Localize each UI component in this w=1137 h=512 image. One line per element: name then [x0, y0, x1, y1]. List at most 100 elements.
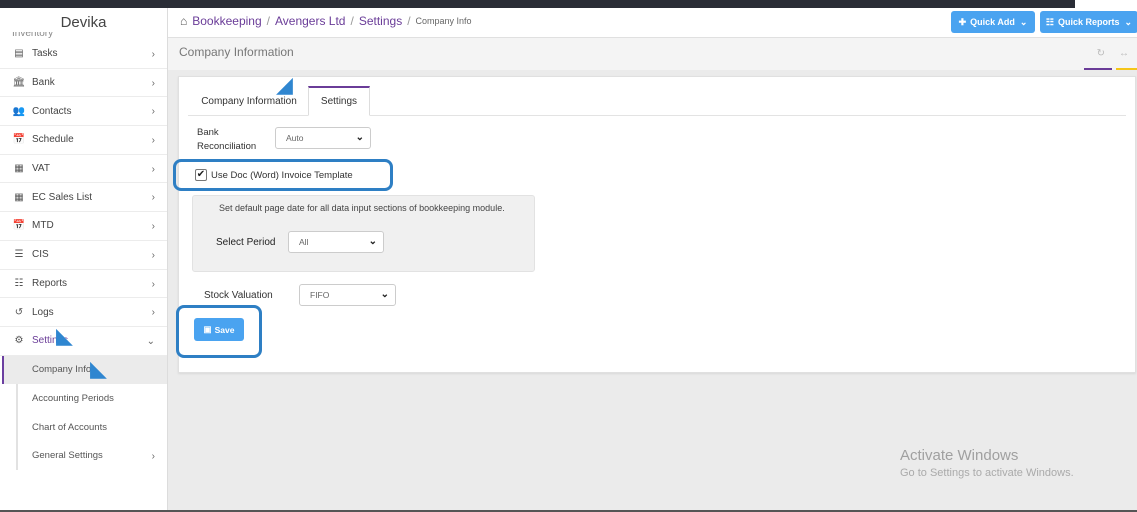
- breadcrumb-company[interactable]: Avengers Ltd: [275, 14, 346, 28]
- stock-valuation-value: FIFO: [310, 290, 330, 300]
- reports-icon: ☷: [14, 277, 24, 289]
- tab-bar: Company Information Settings: [188, 86, 1126, 116]
- sidebar-subitem-accounting-periods[interactable]: Accounting Periods: [16, 384, 167, 413]
- refresh-icon[interactable]: ↻: [1097, 48, 1105, 59]
- chevron-right-icon: ›: [151, 307, 155, 319]
- highlight-annotation: [176, 305, 262, 358]
- sidebar-item-vat[interactable]: ▦ VAT ›: [0, 155, 167, 184]
- chevron-right-icon: ›: [151, 135, 155, 147]
- sidebar-item-label: CIS: [32, 249, 49, 261]
- highlight-annotation: [173, 159, 393, 191]
- sidebar-item-label: Schedule: [32, 134, 74, 146]
- sidebar-item-ec-sales-list[interactable]: ▦ EC Sales List ›: [0, 183, 167, 213]
- calendar-icon: 📅: [12, 220, 26, 232]
- breadcrumb-separator: /: [266, 14, 270, 28]
- chevron-right-icon: ›: [151, 249, 155, 261]
- sidebar-item-bank[interactable]: 🏛 Bank ›: [0, 69, 167, 98]
- chevron-right-icon: ›: [151, 450, 155, 462]
- header: ⌂ Bookkeeping / Avengers Ltd / Settings …: [168, 8, 1137, 38]
- sidebar-item-label: VAT: [32, 163, 50, 175]
- sidebar-item-label: Logs: [32, 306, 54, 318]
- chevron-down-icon: ⌄: [380, 289, 389, 300]
- sidebar-subitem-label: General Settings: [32, 450, 103, 462]
- sidebar: Devika Inventory ▤ Tasks › 🏛 Bank › 👥 Co…: [0, 8, 168, 512]
- chevron-right-icon: ›: [151, 221, 155, 233]
- top-dark-bar: [0, 0, 1137, 14]
- accent-line-purple: [1084, 68, 1112, 70]
- quick-add-button[interactable]: ✚ Quick Add ⌄: [951, 11, 1035, 33]
- sidebar-item-label: Bank: [32, 77, 55, 89]
- breadcrumb-current: Company Info: [415, 16, 472, 26]
- bank-reconciliation-value: Auto: [286, 133, 304, 143]
- bank-reconciliation-label-line1: Bank: [197, 127, 219, 138]
- sidebar-subitem-general-settings[interactable]: General Settings ›: [16, 441, 167, 471]
- chevron-right-icon: ›: [151, 163, 155, 175]
- calendar-icon: 📅: [12, 134, 26, 146]
- sidebar-item-settings[interactable]: ⚙ Settings ⌄: [0, 327, 167, 356]
- sidebar-item-inventory[interactable]: Inventory: [0, 32, 167, 40]
- sidebar-item-mtd[interactable]: 📅 MTD ›: [0, 212, 167, 241]
- gears-icon: ⚙: [14, 335, 24, 347]
- reports-icon: ☷: [1045, 16, 1054, 27]
- arrow-annotation-icon: ◣: [56, 323, 73, 348]
- chevron-down-icon: ⌄: [1019, 16, 1028, 27]
- history-icon: ↺: [14, 306, 24, 318]
- watermark-title: Activate Windows: [900, 447, 1019, 464]
- home-icon[interactable]: ⌂: [180, 14, 187, 28]
- arrow-annotation-icon: ◢: [276, 72, 293, 97]
- sidebar-item-label: EC Sales List: [32, 191, 93, 203]
- settings-panel: Company Information Settings Bank Reconc…: [173, 76, 1136, 373]
- quick-reports-label: Quick Reports: [1058, 17, 1120, 27]
- select-period-select[interactable]: All ⌄: [288, 231, 384, 253]
- sidebar-subitem-chart-of-accounts[interactable]: Chart of Accounts: [16, 412, 167, 442]
- sidebar-item-cis[interactable]: ☰ CIS ›: [0, 241, 167, 270]
- brand-title: Devika: [60, 14, 107, 31]
- breadcrumb-separator: /: [407, 14, 411, 28]
- sidebar-item-tasks[interactable]: ▤ Tasks ›: [0, 40, 167, 69]
- stock-valuation-select[interactable]: FIFO ⌄: [299, 284, 396, 306]
- breadcrumb-separator: /: [350, 14, 354, 28]
- bank-reconciliation-label-line2: Reconciliation: [197, 141, 257, 152]
- plus-icon: ✚: [958, 16, 967, 27]
- quick-reports-button[interactable]: ☷ Quick Reports ⌄: [1040, 11, 1137, 33]
- page-tools: ↻ ↔: [1097, 48, 1129, 59]
- sidebar-item-schedule[interactable]: 📅 Schedule ›: [0, 126, 167, 155]
- chevron-right-icon: ›: [151, 77, 155, 89]
- tasks-icon: ▤: [14, 48, 24, 60]
- quick-add-label: Quick Add: [970, 17, 1015, 27]
- stock-valuation-label: Stock Valuation: [204, 290, 273, 301]
- list-icon: ☰: [14, 249, 24, 261]
- bank-icon: 🏛: [12, 77, 26, 89]
- select-period-value: All: [299, 237, 309, 247]
- sidebar-item-label: Reports: [32, 277, 68, 289]
- page-title: Company Information: [179, 45, 294, 59]
- sidebar-item-logs[interactable]: ↺ Logs ›: [0, 298, 167, 327]
- chevron-right-icon: ›: [151, 49, 155, 60]
- calculator-icon: ▦: [14, 191, 24, 203]
- sidebar-subitem-label: Accounting Periods: [32, 393, 114, 405]
- period-description: Set default page date for all data input…: [219, 203, 505, 213]
- page-title-bar: Company Information ↻ ↔: [168, 38, 1137, 70]
- tab-settings[interactable]: Settings: [308, 86, 370, 116]
- chevron-down-icon: ⌄: [355, 132, 364, 143]
- calculator-icon: ▦: [14, 163, 24, 175]
- sidebar-item-label: Contacts: [32, 105, 72, 117]
- sidebar-subitem-label: Company Info: [32, 364, 92, 376]
- expand-icon[interactable]: ↔: [1119, 48, 1129, 59]
- breadcrumb-bookkeeping[interactable]: Bookkeeping: [192, 14, 261, 28]
- breadcrumb: ⌂ Bookkeeping / Avengers Ltd / Settings …: [180, 14, 472, 28]
- breadcrumb-settings[interactable]: Settings: [359, 14, 402, 28]
- chevron-down-icon: ⌄: [146, 335, 155, 347]
- bank-reconciliation-select[interactable]: Auto ⌄: [275, 127, 371, 149]
- accent-line-yellow: [1116, 68, 1137, 70]
- contacts-icon: 👥: [12, 105, 26, 117]
- default-period-box: Set default page date for all data input…: [192, 195, 535, 272]
- bank-reconciliation-label: Bank Reconciliation: [197, 126, 256, 154]
- sidebar-item-reports[interactable]: ☷ Reports ›: [0, 270, 167, 299]
- chevron-right-icon: ›: [151, 192, 155, 204]
- activate-windows-watermark: Activate Windows Go to Settings to activ…: [900, 447, 1074, 479]
- sidebar-subitem-company-info[interactable]: Company Info: [2, 355, 167, 385]
- sidebar-item-contacts[interactable]: 👥 Contacts ›: [0, 97, 167, 127]
- select-period-label: Select Period: [216, 237, 276, 248]
- watermark-subtitle: Go to Settings to activate Windows.: [900, 467, 1074, 479]
